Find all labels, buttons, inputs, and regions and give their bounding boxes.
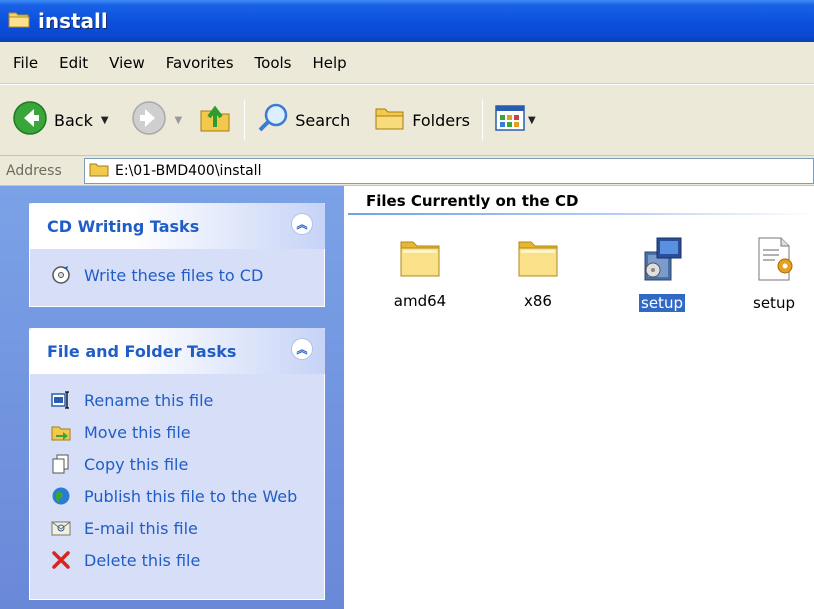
cd-writing-tasks-title: CD Writing Tasks — [47, 216, 200, 236]
views-dropdown-icon[interactable]: ▼ — [528, 115, 536, 126]
address-label: Address — [6, 162, 62, 179]
toolbar-separator — [244, 100, 246, 140]
task-pane: CD Writing Tasks ︽ Write these files to … — [0, 186, 344, 609]
search-button[interactable]: Search — [253, 97, 354, 143]
file-item-setup-ini[interactable]: setup — [734, 236, 814, 312]
task-delete[interactable]: Delete this file — [50, 544, 324, 576]
task-label: Write these files to CD — [84, 265, 264, 285]
file-list-area[interactable]: Files Currently on the CD amd64 x86 setu… — [344, 186, 814, 609]
file-name: amd64 — [393, 292, 447, 310]
menu-favorites[interactable]: Favorites — [157, 50, 246, 76]
task-write-to-cd[interactable]: Write these files to CD — [50, 259, 324, 291]
task-label: Delete this file — [84, 550, 201, 570]
menu-tools[interactable]: Tools — [246, 50, 304, 76]
forward-arrow-icon — [131, 100, 167, 140]
task-rename[interactable]: Rename this file — [50, 384, 324, 416]
folder-icon — [8, 10, 30, 32]
rename-icon — [50, 389, 72, 411]
back-label: Back — [54, 110, 93, 130]
cd-writing-tasks-panel: CD Writing Tasks ︽ Write these files to … — [29, 203, 325, 307]
folders-button[interactable]: Folders — [370, 97, 474, 143]
email-icon — [50, 517, 72, 539]
menu-view[interactable]: View — [100, 50, 157, 76]
task-label: Move this file — [84, 422, 191, 442]
folder-icon — [397, 236, 443, 284]
file-name: setup — [753, 294, 795, 312]
file-folder-tasks-body: Rename this file Move this file Copy thi… — [29, 374, 325, 600]
file-item-x86[interactable]: x86 — [498, 236, 578, 310]
publish-web-icon — [50, 485, 72, 507]
settings-file-icon — [751, 236, 797, 286]
installer-icon — [639, 236, 685, 286]
menu-file[interactable]: File — [4, 50, 50, 76]
file-name: x86 — [524, 292, 552, 310]
collapse-chevron-icon[interactable]: ︽ — [291, 338, 313, 360]
file-item-setup-exe[interactable]: setup — [622, 236, 702, 312]
address-path: E:\01-BMD400\install — [115, 162, 262, 179]
file-item-amd64[interactable]: amd64 — [380, 236, 460, 310]
file-folder-tasks-panel: File and Folder Tasks ︽ Rename this file — [29, 328, 325, 600]
up-folder-icon — [198, 101, 232, 139]
task-move[interactable]: Move this file — [50, 416, 324, 448]
search-icon — [257, 102, 289, 138]
forward-button[interactable]: ▼ — [127, 97, 187, 143]
cd-writing-tasks-body: Write these files to CD — [29, 249, 325, 307]
task-email[interactable]: E-mail this file — [50, 512, 324, 544]
menu-help[interactable]: Help — [304, 50, 359, 76]
task-label: Copy this file — [84, 454, 189, 474]
task-label: Publish this file to the Web — [84, 486, 298, 506]
file-name: setup — [639, 294, 685, 312]
move-icon — [50, 421, 72, 443]
section-header: Files Currently on the CD — [366, 192, 579, 210]
toolbar: Back ▼ ▼ Search Folders ▼ — [0, 84, 814, 156]
copy-icon — [50, 453, 72, 475]
views-icon — [495, 105, 525, 135]
address-bar: Address E:\01-BMD400\install — [0, 156, 814, 186]
toolbar-separator — [482, 100, 483, 140]
task-publish[interactable]: Publish this file to the Web — [50, 480, 324, 512]
task-copy[interactable]: Copy this file — [50, 448, 324, 480]
views-button[interactable]: ▼ — [491, 97, 540, 143]
menu-bar: File Edit View Favorites Tools Help — [0, 42, 814, 84]
back-dropdown-icon[interactable]: ▼ — [101, 115, 109, 126]
up-folder-button[interactable] — [194, 97, 236, 143]
file-folder-tasks-header[interactable]: File and Folder Tasks ︽ — [29, 328, 325, 374]
address-input[interactable]: E:\01-BMD400\install — [84, 157, 814, 184]
collapse-chevron-icon[interactable]: ︽ — [291, 213, 313, 235]
task-label: Rename this file — [84, 390, 214, 410]
task-label: E-mail this file — [84, 518, 198, 538]
cd-write-icon — [50, 264, 72, 286]
back-button[interactable]: Back ▼ — [8, 97, 113, 143]
section-divider — [348, 213, 814, 215]
window-title: install — [38, 9, 108, 33]
cd-writing-tasks-header[interactable]: CD Writing Tasks ︽ — [29, 203, 325, 249]
forward-dropdown-icon[interactable]: ▼ — [175, 115, 183, 126]
file-folder-tasks-title: File and Folder Tasks — [47, 341, 237, 361]
menu-edit[interactable]: Edit — [50, 50, 100, 76]
back-arrow-icon — [12, 100, 48, 140]
folders-icon — [374, 103, 406, 137]
title-bar[interactable]: install — [0, 0, 814, 42]
folder-icon — [89, 161, 109, 181]
delete-icon — [50, 549, 72, 571]
folders-label: Folders — [412, 110, 470, 130]
folder-icon — [515, 236, 561, 284]
search-label: Search — [295, 110, 351, 130]
